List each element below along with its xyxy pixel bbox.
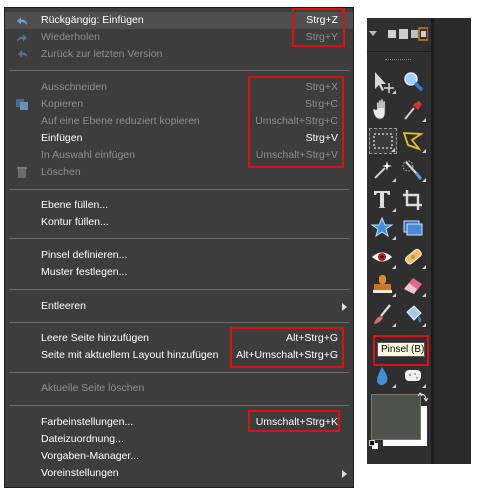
menu-item-label: Entleeren — [41, 300, 86, 312]
menu-item-label: In Auswahl einfügen — [41, 149, 135, 161]
copy-icon — [16, 99, 28, 110]
menu-item-label: Vorgaben-Manager... — [41, 450, 140, 462]
collapse-arrow-icon[interactable] — [369, 29, 377, 37]
menu-item-label: Löschen — [41, 166, 81, 178]
brush-tool-icon[interactable] — [369, 302, 397, 328]
highlight-box-undo-redo-shortcuts — [292, 8, 345, 47]
menu-item-preset-manager[interactable]: Vorgaben-Manager... — [5, 448, 353, 465]
menu-item-preferences[interactable]: Voreinstellungen — [5, 465, 353, 482]
menu-item-stroke[interactable]: Kontur füllen... — [5, 214, 353, 231]
highlight-box-page-shortcuts — [230, 327, 344, 368]
toolbox-grip[interactable] — [385, 59, 411, 60]
eraser-tool-icon[interactable] — [399, 272, 427, 298]
menu-item-define-brush[interactable]: Pinsel definieren... — [5, 247, 353, 264]
type-tool-icon[interactable] — [369, 187, 397, 213]
healing-brush-tool-icon[interactable] — [399, 244, 427, 270]
menu-item-label: Rückgängig: Einfügen — [41, 14, 144, 26]
menu-separator — [9, 322, 349, 323]
menu-separator — [9, 289, 349, 290]
menu-item-fill-layer[interactable]: Ebene füllen... — [5, 197, 353, 214]
canvas-side-panel — [431, 18, 471, 464]
menu-item-label: Farbeinstellungen... — [41, 416, 134, 428]
menu-item-label: Voreinstellungen — [41, 467, 119, 479]
undo-icon — [17, 17, 27, 25]
menu-item-label: Aktuelle Seite löschen — [41, 382, 145, 394]
swap-colors-icon[interactable] — [417, 392, 429, 404]
revert-icon — [18, 50, 27, 58]
foreground-color-swatch[interactable] — [371, 394, 421, 440]
zoom-tool-icon[interactable] — [399, 69, 427, 95]
selection-brush-tool-icon[interactable] — [399, 157, 427, 183]
submenu-arrow-icon — [342, 303, 347, 311]
menu-item-label: Auf eine Ebene reduziert kopieren — [41, 115, 200, 127]
menu-item-label: Kopieren — [41, 98, 84, 110]
redo-icon — [17, 34, 27, 42]
toolbox-header — [367, 18, 431, 52]
straighten-tool-icon[interactable] — [399, 215, 427, 241]
magic-wand-tool-icon[interactable] — [369, 157, 397, 183]
hand-tool-icon[interactable] — [369, 97, 397, 123]
menu-item-label: Leere Seite hinzufügen — [41, 332, 149, 344]
menu-item-define-pattern[interactable]: Muster festlegen... — [5, 264, 353, 281]
menu-item-file-association[interactable]: Dateizuordnung... — [5, 431, 353, 448]
rectangular-marquee-tool-icon[interactable] — [369, 128, 397, 154]
menu-item-delete-page[interactable]: Aktuelle Seite löschen — [5, 380, 353, 397]
menu-item-label: Einfügen — [41, 132, 83, 144]
red-eye-tool-icon[interactable] — [369, 244, 397, 270]
menu-item-label: Wiederholen — [41, 31, 100, 43]
color-swatches — [369, 392, 429, 452]
blur-tool-icon[interactable] — [369, 363, 397, 389]
menu-item-revert[interactable]: Zurück zur letzten Version — [5, 46, 353, 63]
sponge-tool-icon[interactable] — [399, 363, 427, 389]
move-tool-icon[interactable] — [369, 69, 397, 95]
menu-item-label: Pinsel definieren... — [41, 249, 128, 261]
default-colors-icon[interactable] — [369, 440, 379, 450]
crop-tool-icon[interactable] — [399, 187, 427, 213]
highlight-box-brush-tooltip — [373, 335, 429, 366]
menu-separator — [9, 405, 349, 406]
lasso-tool-icon[interactable] — [399, 128, 427, 154]
menu-separator — [9, 372, 349, 373]
menu-item-label: Seite mit aktuellem Layout hinzufügen — [41, 349, 219, 361]
cookie-cutter-tool-icon[interactable] — [369, 215, 397, 241]
menu-item-label: Ebene füllen... — [41, 199, 109, 211]
menu-item-label: Ausschneiden — [41, 81, 107, 93]
clone-stamp-tool-icon[interactable] — [369, 272, 397, 298]
menu-item-label: Zurück zur letzten Version — [41, 48, 163, 60]
menu-separator — [9, 238, 349, 239]
highlight-box-clipboard-shortcuts — [248, 76, 344, 168]
paint-bucket-tool-icon[interactable] — [399, 302, 427, 328]
menu-item-label: Dateizuordnung... — [41, 433, 124, 445]
menu-item-label: Kontur füllen... — [41, 216, 109, 228]
menu-item-purge[interactable]: Entleeren — [5, 298, 353, 315]
trash-icon — [17, 167, 27, 178]
menu-item-label: Muster festlegen... — [41, 266, 128, 278]
menu-separator — [9, 70, 349, 71]
eyedropper-tool-icon[interactable] — [399, 97, 427, 123]
highlight-box-color-settings-shortcut — [248, 410, 340, 432]
menu-separator — [9, 189, 349, 190]
submenu-arrow-icon — [342, 470, 347, 478]
tool-options-icon[interactable] — [388, 27, 428, 41]
